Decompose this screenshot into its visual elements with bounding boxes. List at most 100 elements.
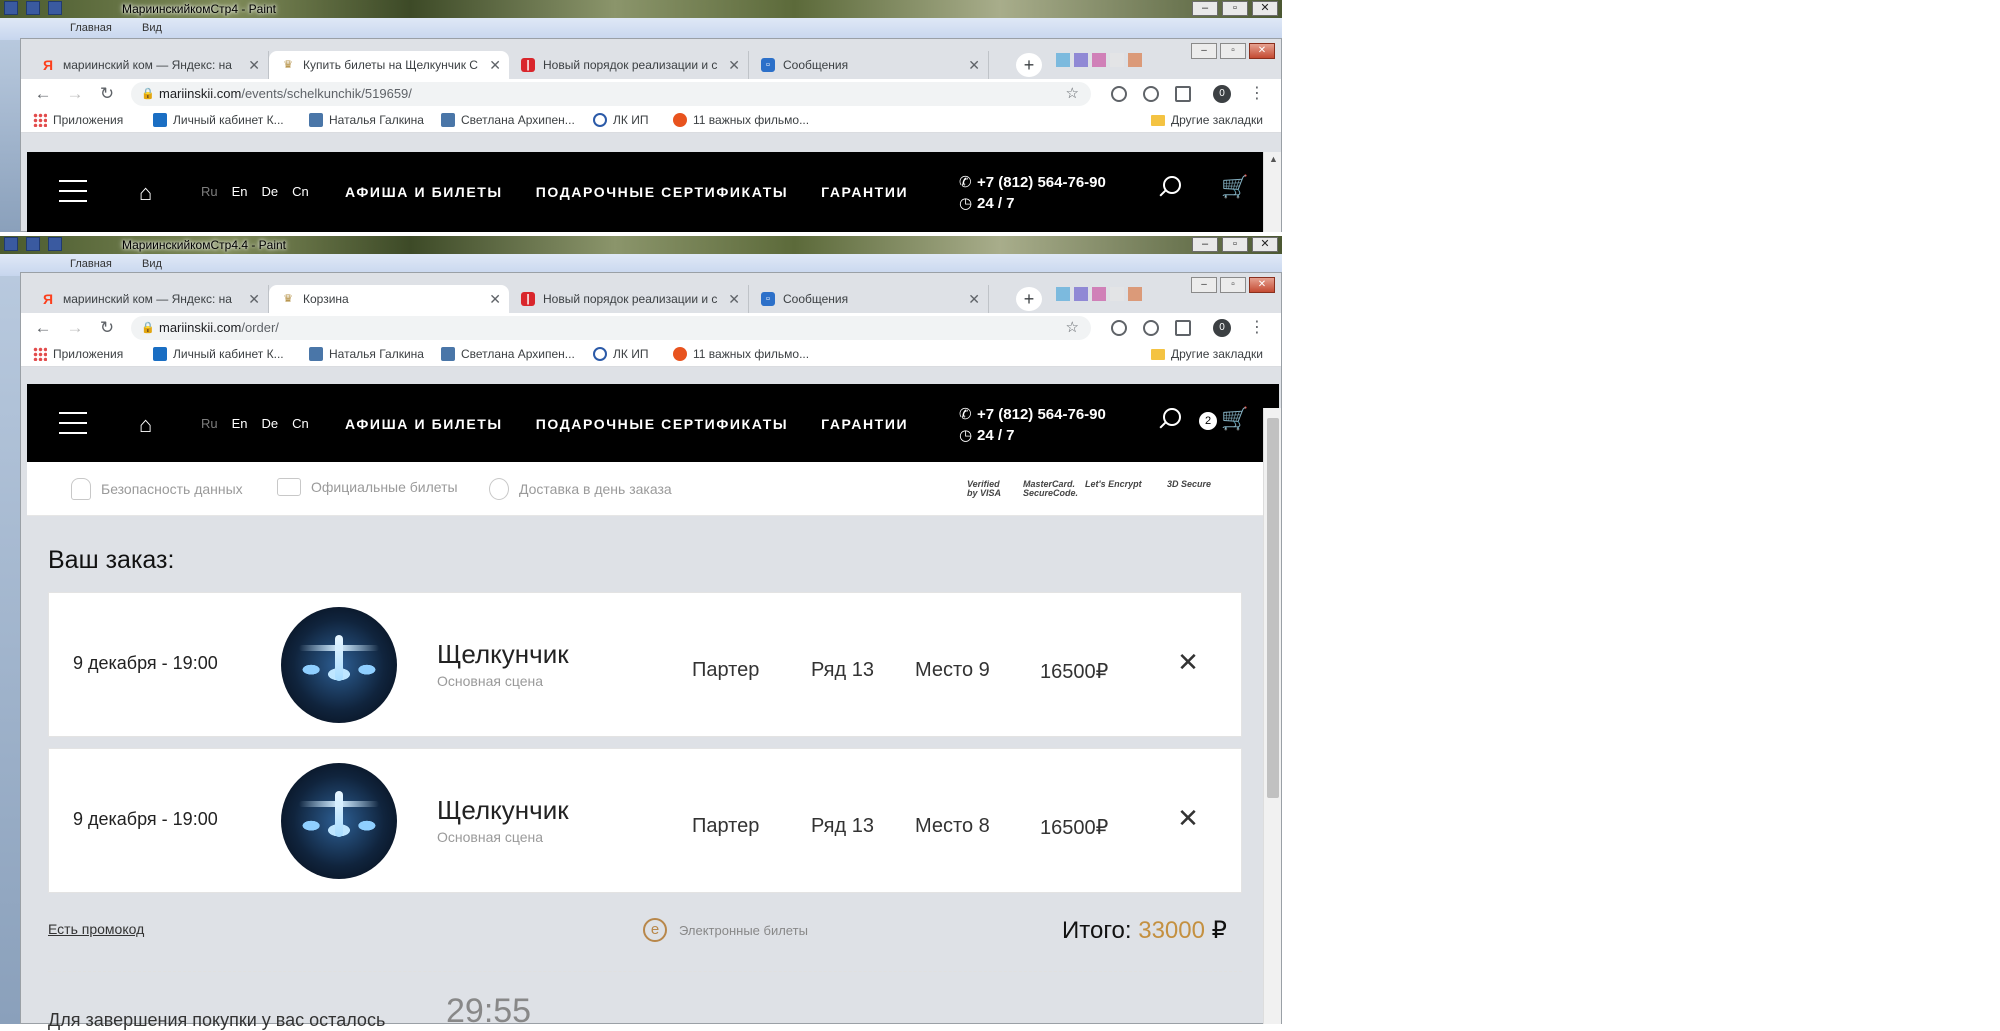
tab-buy-tickets[interactable]: ♛ Купить билеты на Щелкунчик С ✕	[269, 51, 509, 79]
lang-cn[interactable]: Cn	[292, 416, 309, 431]
extension-shield-icon[interactable]	[1143, 86, 1159, 102]
profile-avatar[interactable]: 0	[1213, 319, 1231, 337]
minimize-icon[interactable]: –	[1191, 43, 1217, 59]
nav-afisha[interactable]: АФИША И БИЛЕТЫ	[345, 416, 503, 432]
bookmark-item[interactable]: 11 важных фильмо...	[673, 113, 809, 127]
page-scrollbar[interactable]	[1263, 408, 1281, 1024]
tab-close-icon[interactable]: ✕	[248, 285, 260, 313]
browser-window-controls[interactable]: – ▫ ✕	[1191, 43, 1275, 59]
nav-afisha[interactable]: АФИША И БИЛЕТЫ	[345, 184, 503, 200]
promo-code-link[interactable]: Есть промокод	[48, 921, 144, 937]
tab-close-icon[interactable]: ✕	[968, 285, 980, 313]
address-bar[interactable]: 🔒 mariinskii.com/events/schelkunchik/519…	[131, 82, 1091, 106]
nav-certificates[interactable]: ПОДАРОЧНЫЕ СЕРТИФИКАТЫ	[536, 416, 788, 432]
paint-window-controls[interactable]: – ▫ ✕	[1192, 237, 1278, 252]
remove-ticket-icon[interactable]: ✕	[1174, 649, 1202, 677]
bookmark-item[interactable]: Наталья Галкина	[309, 113, 424, 127]
extension-printer-icon[interactable]	[1175, 86, 1191, 102]
maximize-icon[interactable]: ▫	[1220, 277, 1246, 293]
menu-kebab-icon[interactable]: ⋮	[1249, 83, 1265, 103]
close-icon[interactable]: ✕	[1252, 1, 1278, 16]
paint-tab-home[interactable]: Главная	[70, 22, 112, 34]
bookmark-item[interactable]: Светлана Архипен...	[441, 347, 575, 361]
lang-ru[interactable]: Ru	[201, 184, 218, 199]
nav-guarantees[interactable]: ГАРАНТИИ	[821, 184, 908, 200]
close-icon[interactable]: ✕	[1249, 277, 1275, 293]
bookmark-item[interactable]: ЛК ИП	[593, 347, 648, 361]
cart-icon[interactable]: 🛒	[1221, 406, 1248, 432]
hamburger-menu-icon[interactable]	[59, 412, 87, 442]
lang-ru[interactable]: Ru	[201, 416, 218, 431]
reload-icon[interactable]: ↻	[97, 84, 117, 104]
tab-new-order[interactable]: | Новый порядок реализации и с ✕	[509, 285, 749, 313]
nav-guarantees[interactable]: ГАРАНТИИ	[821, 416, 908, 432]
bookmark-apps[interactable]: Приложения	[33, 113, 123, 127]
minimize-icon[interactable]: –	[1191, 277, 1217, 293]
paint-tab-view[interactable]: Вид	[142, 22, 162, 34]
page-scrollbar-top[interactable]: ▲	[1263, 152, 1281, 232]
bookmark-item[interactable]: ЛК ИП	[593, 113, 648, 127]
tab-messages[interactable]: ▫ Сообщения ✕	[749, 285, 989, 313]
bookmark-item[interactable]: 11 важных фильмо...	[673, 347, 809, 361]
event-name[interactable]: Щелкунчик	[437, 795, 569, 826]
lang-cn[interactable]: Cn	[292, 184, 309, 199]
maximize-icon[interactable]: ▫	[1222, 237, 1248, 252]
search-icon[interactable]	[1163, 408, 1181, 426]
nav-certificates[interactable]: ПОДАРОЧНЫЕ СЕРТИФИКАТЫ	[536, 184, 788, 200]
paint-tab-home[interactable]: Главная	[70, 258, 112, 270]
lang-en[interactable]: En	[232, 416, 248, 431]
tab-yandex[interactable]: Ямариинский ком — Яндекс: на ✕	[29, 51, 269, 79]
close-icon[interactable]: ✕	[1252, 237, 1278, 252]
new-tab-button[interactable]: +	[1016, 287, 1042, 311]
search-icon[interactable]	[1163, 176, 1181, 194]
paint-quick-access-toolbar[interactable]	[4, 237, 62, 251]
lang-de[interactable]: De	[262, 416, 279, 431]
paint-tab-view[interactable]: Вид	[142, 258, 162, 270]
menu-kebab-icon[interactable]: ⋮	[1249, 317, 1265, 337]
address-bar[interactable]: 🔒 mariinskii.com/order/ ☆	[131, 316, 1091, 340]
minimize-icon[interactable]: –	[1192, 237, 1218, 252]
cart-icon[interactable]: 🛒	[1221, 174, 1248, 200]
bookmark-apps[interactable]: Приложения	[33, 347, 123, 361]
close-icon[interactable]: ✕	[1249, 43, 1275, 59]
tab-close-icon[interactable]: ✕	[968, 51, 980, 79]
bookmark-item[interactable]: Светлана Архипен...	[441, 113, 575, 127]
forward-arrow-icon[interactable]: →	[65, 318, 85, 338]
bookmark-item[interactable]: Наталья Галкина	[309, 347, 424, 361]
forward-arrow-icon[interactable]: →	[65, 84, 85, 104]
bookmark-star-icon[interactable]: ☆	[1066, 82, 1079, 106]
tab-cart[interactable]: ♛ Корзина ✕	[269, 285, 509, 313]
tab-messages[interactable]: ▫ Сообщения ✕	[749, 51, 989, 79]
new-tab-button[interactable]: +	[1016, 53, 1042, 77]
back-arrow-icon[interactable]: ←	[33, 318, 53, 338]
lang-de[interactable]: De	[262, 184, 279, 199]
tab-close-icon[interactable]: ✕	[728, 285, 740, 313]
remove-ticket-icon[interactable]: ✕	[1174, 805, 1202, 833]
bookmark-other[interactable]: Другие закладки	[1151, 113, 1263, 127]
extension-shield-icon[interactable]	[1143, 320, 1159, 336]
phone-number[interactable]: +7 (812) 564-76-90	[977, 174, 1106, 191]
event-name[interactable]: Щелкунчик	[437, 639, 569, 670]
back-arrow-icon[interactable]: ←	[33, 84, 53, 104]
tab-yandex[interactable]: Ямариинский ком — Яндекс: на ✕	[29, 285, 269, 313]
bookmark-item[interactable]: Личный кабинет К...	[153, 347, 284, 361]
bookmark-star-icon[interactable]: ☆	[1066, 316, 1079, 340]
lang-en[interactable]: En	[232, 184, 248, 199]
paint-quick-access-toolbar[interactable]	[4, 1, 62, 15]
extension-eye-icon[interactable]	[1111, 86, 1127, 102]
paint-window-controls[interactable]: – ▫ ✕	[1192, 1, 1278, 16]
maximize-icon[interactable]: ▫	[1222, 1, 1248, 16]
home-icon[interactable]: ⌂	[139, 412, 152, 438]
reload-icon[interactable]: ↻	[97, 318, 117, 338]
extension-printer-icon[interactable]	[1175, 320, 1191, 336]
bookmark-item[interactable]: Личный кабинет К...	[153, 113, 284, 127]
home-icon[interactable]: ⌂	[139, 180, 152, 206]
bookmark-other[interactable]: Другие закладки	[1151, 347, 1263, 361]
profile-avatar[interactable]: 0	[1213, 85, 1231, 103]
tab-close-icon[interactable]: ✕	[489, 51, 501, 79]
hamburger-menu-icon[interactable]	[59, 180, 87, 210]
scrollbar-thumb[interactable]	[1267, 418, 1279, 798]
extension-eye-icon[interactable]	[1111, 320, 1127, 336]
tab-close-icon[interactable]: ✕	[489, 285, 501, 313]
maximize-icon[interactable]: ▫	[1220, 43, 1246, 59]
